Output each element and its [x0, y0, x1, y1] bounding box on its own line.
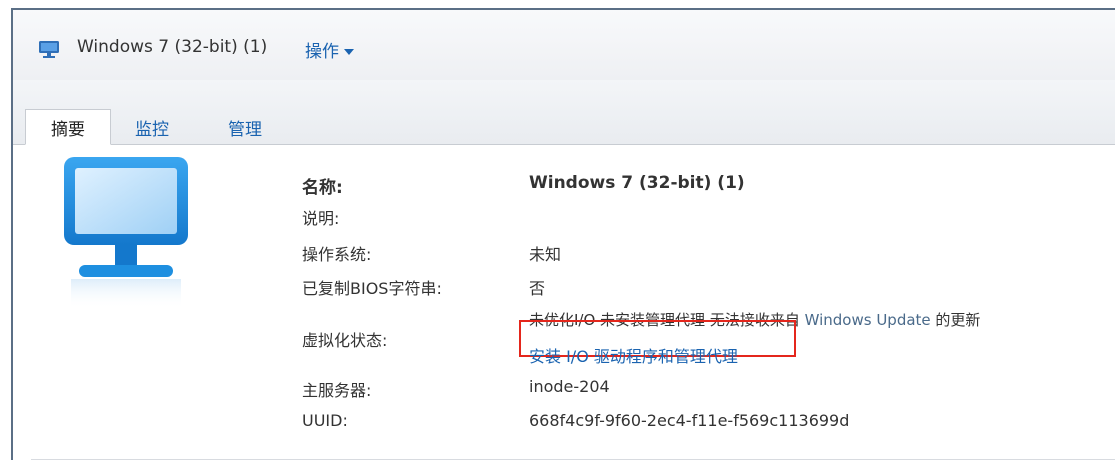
name-value: Windows 7 (32-bit) (1)	[529, 173, 745, 193]
host-value: inode-204	[529, 377, 610, 396]
actions-menu-button[interactable]: 操作	[305, 37, 354, 62]
name-label: 名称:	[302, 178, 343, 198]
vm-panel: Windows 7 (32-bit) (1) 操作 摘要 监控 管理 名称: W…	[11, 8, 1115, 460]
virt-status-text-2: 的更新	[930, 311, 981, 329]
title-bar: Windows 7 (32-bit) (1) 操作	[13, 10, 1115, 81]
chevron-down-icon	[344, 49, 354, 55]
uuid-label: UUID:	[302, 411, 348, 430]
tab-bar: 摘要 监控 管理	[13, 80, 1115, 145]
vm-monitor-icon-large	[64, 157, 188, 309]
virtualization-label: 虚拟化状态:	[302, 331, 388, 350]
tab-monitor[interactable]: 监控	[135, 109, 169, 145]
description-label: 说明:	[302, 209, 340, 228]
install-tools-link[interactable]: 安装 I/O 驱动程序和管理代理	[529, 343, 738, 367]
tab-manage[interactable]: 管理	[228, 109, 262, 145]
actions-menu-label: 操作	[305, 42, 339, 62]
tab-summary[interactable]: 摘要	[25, 109, 111, 145]
windows-update-text: Windows Update	[804, 311, 931, 329]
bios-value: 否	[529, 279, 546, 298]
host-label: 主服务器:	[302, 381, 372, 400]
os-value: 未知	[529, 245, 562, 264]
uuid-value: 668f4c9f-9f60-2ec4-f11e-f569c113699d	[529, 411, 850, 430]
vm-title: Windows 7 (32-bit) (1)	[77, 37, 268, 57]
vm-monitor-icon	[39, 41, 59, 58]
bios-label: 已复制BIOS字符串:	[302, 279, 442, 298]
os-label: 操作系统:	[302, 245, 372, 264]
summary-content: 名称: Windows 7 (32-bit) (1) 说明: 操作系统: 未知 …	[13, 145, 1115, 460]
